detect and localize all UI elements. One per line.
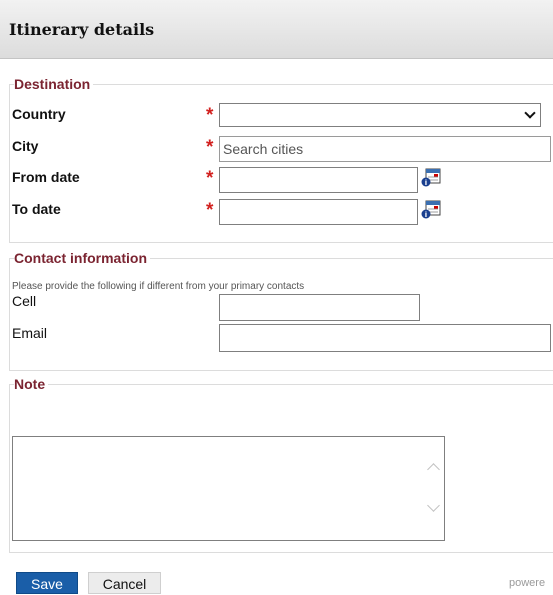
email-input[interactable] <box>219 324 551 352</box>
calendar-icon[interactable]: i <box>421 167 441 187</box>
city-placeholder: Search cities <box>223 141 304 157</box>
chevron-down-icon <box>524 107 536 119</box>
city-required-mark: * <box>206 137 214 158</box>
city-label: City <box>12 138 39 154</box>
country-required-mark: * <box>206 105 214 126</box>
header-bar: Itinerary details <box>0 0 553 59</box>
from-date-required-mark: * <box>206 168 214 189</box>
email-label: Email <box>12 325 48 341</box>
cell-input[interactable] <box>219 294 420 321</box>
to-date-label: To date <box>12 201 61 217</box>
destination-legend: Destination <box>14 76 94 92</box>
note-legend: Note <box>14 376 49 392</box>
powered-by-text: powere <box>509 577 546 589</box>
note-textarea[interactable] <box>12 436 445 541</box>
svg-text:i: i <box>425 211 427 219</box>
scroll-up-icon[interactable] <box>427 463 440 476</box>
save-button[interactable]: Save <box>16 572 78 594</box>
cell-label: Cell <box>12 293 37 309</box>
contact-legend: Contact information <box>14 250 150 266</box>
from-date-input[interactable] <box>219 167 418 193</box>
cancel-button[interactable]: Cancel <box>88 572 161 594</box>
to-date-input[interactable] <box>219 199 418 225</box>
country-select[interactable] <box>219 103 541 127</box>
page-title: Itinerary details <box>9 20 155 39</box>
contact-hint: Please provide the following if differen… <box>12 281 305 292</box>
scroll-down-icon[interactable] <box>427 499 440 512</box>
to-date-required-mark: * <box>206 200 214 221</box>
calendar-icon[interactable]: i <box>421 199 441 219</box>
from-date-label: From date <box>12 169 80 185</box>
city-search-input[interactable]: Search cities <box>219 136 551 162</box>
svg-text:i: i <box>425 179 427 187</box>
country-label: Country <box>12 106 66 122</box>
